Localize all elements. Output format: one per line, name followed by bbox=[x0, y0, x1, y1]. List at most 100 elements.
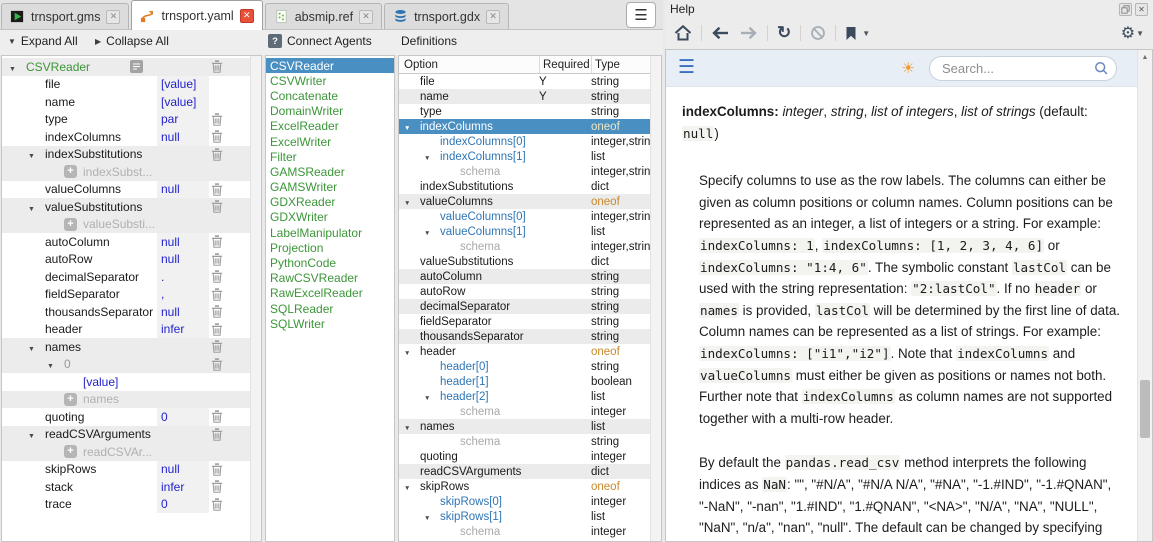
doc-menu-icon[interactable]: ☰ bbox=[678, 57, 695, 79]
tree-row[interactable]: ▼ 0 bbox=[2, 356, 261, 374]
agent-list-item[interactable]: ExcelReader bbox=[266, 119, 394, 134]
agent-list-item[interactable]: Concatenate bbox=[266, 88, 394, 103]
tree-row-value[interactable]: null bbox=[157, 128, 209, 146]
definition-row[interactable]: ▼ header oneof bbox=[399, 344, 661, 359]
definition-row[interactable]: autoColumn string bbox=[399, 269, 661, 284]
tab-trnsport-yaml[interactable]: trnsport.yaml ✕ bbox=[131, 0, 262, 30]
tree-row-value[interactable]: infer bbox=[157, 478, 209, 496]
column-header-required[interactable]: Required bbox=[539, 56, 591, 73]
add-item-button[interactable]: + bbox=[64, 165, 77, 178]
forward-icon[interactable] bbox=[739, 26, 758, 40]
definition-row[interactable]: header[0] string bbox=[399, 359, 661, 374]
delete-trash-icon[interactable] bbox=[211, 200, 223, 213]
tree-row[interactable]: [value] bbox=[2, 373, 261, 391]
tree-row-value[interactable]: 0 bbox=[157, 496, 209, 514]
scroll-up-arrow-icon[interactable]: ▲ bbox=[1138, 50, 1152, 65]
expander-triangle-icon[interactable]: ▼ bbox=[28, 153, 35, 160]
add-item-button[interactable]: + bbox=[64, 445, 77, 458]
search-magnifier-icon[interactable] bbox=[1094, 61, 1109, 76]
tree-row-value[interactable]: null bbox=[157, 181, 209, 199]
tree-row-value[interactable]: null bbox=[157, 251, 209, 269]
agent-list-item[interactable]: RawExcelReader bbox=[266, 286, 394, 301]
tree-row[interactable]: ▼ indexSubstitutions bbox=[2, 146, 261, 164]
collapse-all-button[interactable]: ▶ Collapse All bbox=[95, 34, 169, 48]
tree-row[interactable]: indexColumns null bbox=[2, 128, 261, 146]
definition-row[interactable]: name Y string bbox=[399, 89, 661, 104]
delete-trash-icon[interactable] bbox=[211, 323, 223, 336]
delete-trash-icon[interactable] bbox=[211, 288, 223, 301]
tree-row-value[interactable]: null bbox=[157, 461, 209, 479]
tree-row[interactable]: file [value] bbox=[2, 76, 261, 94]
agent-list-item[interactable]: GAMSWriter bbox=[266, 180, 394, 195]
definition-row[interactable]: ▼ header[2] list bbox=[399, 389, 661, 404]
delete-trash-icon[interactable] bbox=[211, 253, 223, 266]
delete-trash-icon[interactable] bbox=[211, 130, 223, 143]
definition-row[interactable]: indexColumns[0] integer,string bbox=[399, 134, 661, 149]
tree-row-value[interactable]: 0 bbox=[157, 408, 209, 426]
delete-trash-icon[interactable] bbox=[211, 358, 223, 371]
tree-row-value[interactable]: . bbox=[157, 268, 209, 286]
float-window-icon[interactable] bbox=[1119, 3, 1132, 16]
delete-trash-icon[interactable] bbox=[211, 270, 223, 283]
definition-row[interactable]: indexSubstitutions dict bbox=[399, 179, 661, 194]
form-icon[interactable] bbox=[130, 60, 143, 73]
expander-triangle-icon[interactable]: ▼ bbox=[424, 395, 430, 402]
delete-trash-icon[interactable] bbox=[211, 480, 223, 493]
agent-list-item[interactable]: RawCSVReader bbox=[266, 271, 394, 286]
definition-row[interactable]: autoRow string bbox=[399, 284, 661, 299]
tree-row[interactable]: skipRows null bbox=[2, 461, 261, 479]
expander-triangle-icon[interactable]: ▼ bbox=[47, 363, 54, 370]
tree-row[interactable]: ▼ valueSubstitutions bbox=[2, 198, 261, 216]
tab-trnsport-gdx[interactable]: trnsport.gdx ✕ bbox=[384, 3, 509, 29]
scrollbar-thumb[interactable] bbox=[1140, 380, 1150, 438]
definition-row[interactable]: schema integer bbox=[399, 524, 661, 539]
agent-list-item[interactable]: CSVWriter bbox=[266, 73, 394, 88]
expander-triangle-icon[interactable]: ▼ bbox=[28, 433, 35, 440]
tree-row-value[interactable]: [value] bbox=[157, 93, 209, 111]
tree-row[interactable]: header infer bbox=[2, 321, 261, 339]
close-panel-icon[interactable]: ✕ bbox=[1135, 3, 1148, 16]
tree-row[interactable]: stack infer bbox=[2, 478, 261, 496]
expander-triangle-icon[interactable]: ▼ bbox=[28, 206, 35, 213]
agent-list-item[interactable]: PythonCode bbox=[266, 255, 394, 270]
tab-trnsport-gms[interactable]: trnsport.gms ✕ bbox=[1, 3, 129, 29]
column-header-option[interactable]: Option bbox=[399, 59, 539, 71]
definition-row[interactable]: thousandsSeparator string bbox=[399, 329, 661, 344]
definitions-scrollbar[interactable] bbox=[650, 56, 661, 541]
agent-list-item[interactable]: GDXReader bbox=[266, 195, 394, 210]
tree-row[interactable]: ▼ CSVReader bbox=[2, 58, 261, 76]
delete-trash-icon[interactable] bbox=[211, 235, 223, 248]
expander-triangle-icon[interactable]: ▼ bbox=[404, 200, 410, 207]
definition-row[interactable]: schema integer,string bbox=[399, 239, 661, 254]
help-scrollbar[interactable]: ▲ bbox=[1137, 50, 1152, 541]
tree-row-value[interactable]: par bbox=[157, 111, 209, 129]
delete-trash-icon[interactable] bbox=[211, 183, 223, 196]
agent-list-item[interactable]: CSVReader bbox=[266, 58, 394, 73]
expander-triangle-icon[interactable]: ▼ bbox=[424, 230, 430, 237]
definition-row[interactable]: ▼ names list bbox=[399, 419, 661, 434]
tab-close-icon[interactable]: ✕ bbox=[240, 9, 254, 23]
agent-list-item[interactable]: SQLWriter bbox=[266, 316, 394, 331]
definition-row[interactable]: fieldSeparator string bbox=[399, 314, 661, 329]
add-item-button[interactable]: + bbox=[64, 218, 77, 231]
definition-row[interactable]: ▼ indexColumns[1] list bbox=[399, 149, 661, 164]
definition-row[interactable]: ▼ skipRows oneof bbox=[399, 479, 661, 494]
add-item-button[interactable]: + bbox=[64, 393, 77, 406]
reload-icon[interactable]: ↻ bbox=[777, 25, 791, 41]
definition-row[interactable]: file Y string bbox=[399, 74, 661, 89]
tab-close-icon[interactable]: ✕ bbox=[359, 10, 373, 24]
definition-row[interactable]: schema integer bbox=[399, 404, 661, 419]
tab-absmip-ref[interactable]: absmip.ref ✕ bbox=[265, 3, 382, 29]
bookmark-icon[interactable] bbox=[845, 26, 857, 41]
delete-trash-icon[interactable] bbox=[211, 498, 223, 511]
tree-row[interactable]: + names bbox=[2, 391, 261, 409]
tree-row[interactable]: + valueSubsti... bbox=[2, 216, 261, 234]
definition-row[interactable]: schema string bbox=[399, 434, 661, 449]
agent-list-item[interactable]: Projection bbox=[266, 240, 394, 255]
delete-trash-icon[interactable] bbox=[211, 60, 223, 73]
definition-row[interactable]: ▼ valueColumns[1] list bbox=[399, 224, 661, 239]
tree-row[interactable]: name [value] bbox=[2, 93, 261, 111]
tree-scrollbar[interactable] bbox=[250, 56, 261, 541]
tree-row-value[interactable]: null bbox=[157, 303, 209, 321]
expander-triangle-icon[interactable]: ▼ bbox=[28, 346, 35, 353]
